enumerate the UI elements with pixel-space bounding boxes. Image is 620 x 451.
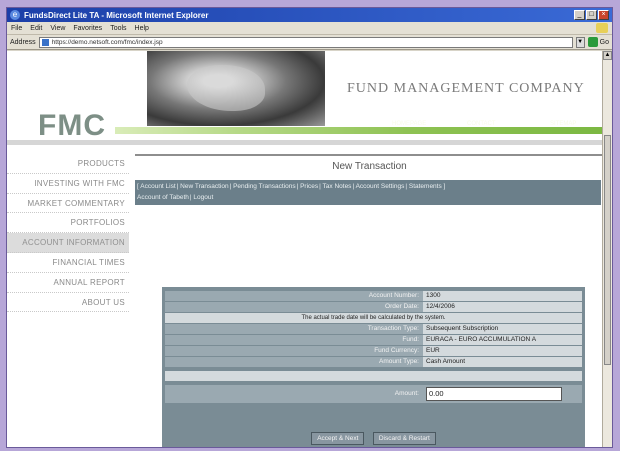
menu-view[interactable]: View <box>50 25 65 32</box>
trade-date-note: The actual trade date will be calculated… <box>301 315 446 321</box>
subnav-prices[interactable]: | Prices <box>297 182 319 192</box>
menu-edit[interactable]: Edit <box>30 25 42 32</box>
nav-item-portfolios[interactable]: PORTFOLIOS <box>7 213 129 234</box>
account-number-value: 1300 <box>423 291 582 301</box>
transaction-type-label: Transaction Type: <box>367 325 419 332</box>
fmc-logo[interactable]: FMC <box>38 109 106 143</box>
browser-window: e FundsDirect Lite TA - Microsoft Intern… <box>6 7 613 448</box>
account-number-label: Account Number: <box>368 292 419 299</box>
subnav-pending-transactions[interactable]: | Pending Transactions <box>230 182 296 192</box>
subnav-account-of: Account of Tabeth <box>137 193 189 203</box>
row-trade-date-note: The actual trade date will be calculated… <box>165 313 582 323</box>
address-url: https://demo.netsoft.com/fmc/index.jsp <box>51 38 163 46</box>
nav-item-annual-report[interactable]: ANNUAL REPORT <box>7 273 129 293</box>
order-date-value: 12/4/2006 <box>423 302 582 312</box>
row-transaction-type: Transaction Type: Subsequent Subscriptio… <box>165 324 582 334</box>
subnav-new-transaction[interactable]: | New Transaction <box>177 182 229 192</box>
row-account-number: Account Number: 1300 <box>165 291 582 301</box>
row-amount: Amount: 0.00 <box>165 385 582 403</box>
nav-item-market-commentary[interactable]: MARKET COMMENTARY <box>7 194 129 214</box>
vertical-scrollbar[interactable]: ▲ <box>602 51 612 447</box>
ie-logo-icon: e <box>10 10 20 20</box>
transaction-type-value: Subsequent Subscription <box>423 324 582 334</box>
menu-tools[interactable]: Tools <box>110 25 126 32</box>
site-header: FUND MANAGEMENT COMPANY HOMEPAGE CONTACT… <box>7 51 604 148</box>
main-content: New Transaction [ Account List | New Tra… <box>135 154 604 447</box>
fund-value: EURACA - EURO ACCUMULATION A <box>423 335 582 345</box>
transaction-form: Account Number: 1300 Order Date: 12/4/20… <box>162 287 585 447</box>
scroll-thumb[interactable] <box>604 135 611 365</box>
nav-item-investing[interactable]: INVESTING WITH FMC <box>7 174 129 194</box>
order-date-label: Order Date: <box>385 303 419 310</box>
account-subnav: [ Account List | New Transaction | Pendi… <box>135 180 601 205</box>
row-spacer <box>165 371 582 381</box>
nav-item-financial-times[interactable]: FINANCIAL TIMES <box>7 253 129 273</box>
maximize-icon[interactable]: □ <box>586 10 597 20</box>
fund-currency-label: Fund Currency: <box>374 347 419 354</box>
fund-label: Fund: <box>402 336 419 343</box>
menu-bar: File Edit View Favorites Tools Help <box>7 22 612 35</box>
link-sitemap[interactable]: SITEMAP <box>550 121 576 127</box>
close-icon[interactable]: × <box>598 10 609 20</box>
accept-next-button[interactable]: Accept & Next <box>311 432 365 445</box>
nav-item-about-us[interactable]: ABOUT US <box>7 293 129 313</box>
company-name: FUND MANAGEMENT COMPANY <box>347 81 585 96</box>
link-contact[interactable]: CONTACT <box>467 121 496 127</box>
menu-favorites[interactable]: Favorites <box>73 25 102 32</box>
address-label: Address <box>10 38 36 46</box>
subnav-logout[interactable]: | Logout <box>189 193 214 203</box>
subnav-tax-notes[interactable]: | Tax Notes <box>319 182 351 192</box>
row-fund: Fund: EURACA - EURO ACCUMULATION A <box>165 335 582 345</box>
page-icon <box>41 38 49 46</box>
row-bottom-spacer <box>165 406 582 422</box>
address-input[interactable]: https://demo.netsoft.com/fmc/index.jsp <box>38 36 573 48</box>
subnav-statements[interactable]: | Statements ] <box>405 182 445 192</box>
fund-currency-value: EUR <box>423 346 582 356</box>
go-button[interactable]: Go <box>600 39 609 46</box>
nav-item-products[interactable]: PRODUCTS <box>7 154 129 174</box>
form-buttons: Accept & Next Discard & Restart <box>162 427 585 445</box>
header-divider <box>7 140 604 145</box>
amount-label: Amount: <box>394 390 419 397</box>
subnav-account-list[interactable]: [ Account List <box>137 182 176 192</box>
row-order-date: Order Date: 12/4/2006 <box>165 302 582 312</box>
row-amount-type: Amount Type: Cash Amount <box>165 357 582 367</box>
left-nav: PRODUCTS INVESTING WITH FMC MARKET COMME… <box>7 154 129 313</box>
link-homepage[interactable]: HOMEPAGE <box>392 121 426 127</box>
amount-input[interactable]: 0.00 <box>426 387 562 401</box>
world-map-image <box>147 51 325 126</box>
subnav-account-settings[interactable]: | Account Settings <box>352 182 404 192</box>
row-fund-currency: Fund Currency: EUR <box>165 346 582 356</box>
amount-type-label: Amount Type: <box>379 358 419 365</box>
discard-restart-button[interactable]: Discard & Restart <box>372 432 436 445</box>
page-viewport: FUND MANAGEMENT COMPANY HOMEPAGE CONTACT… <box>7 51 604 447</box>
menu-file[interactable]: File <box>11 25 22 32</box>
address-dropdown-icon[interactable]: ▼ <box>575 36 585 48</box>
page-title: New Transaction <box>332 161 407 172</box>
go-arrow-icon[interactable] <box>587 37 598 47</box>
scroll-up-icon[interactable]: ▲ <box>603 51 612 60</box>
nav-item-account-information[interactable]: ACCOUNT INFORMATION <box>7 233 129 253</box>
address-bar: Address https://demo.netsoft.com/fmc/ind… <box>7 35 612 50</box>
minimize-icon[interactable]: _ <box>574 10 585 20</box>
amount-type-value: Cash Amount <box>423 357 582 367</box>
title-bar: e FundsDirect Lite TA - Microsoft Intern… <box>7 8 612 22</box>
menu-help[interactable]: Help <box>135 25 149 32</box>
windows-flag-icon <box>596 23 608 33</box>
window-title: FundsDirect Lite TA - Microsoft Internet… <box>24 10 209 20</box>
